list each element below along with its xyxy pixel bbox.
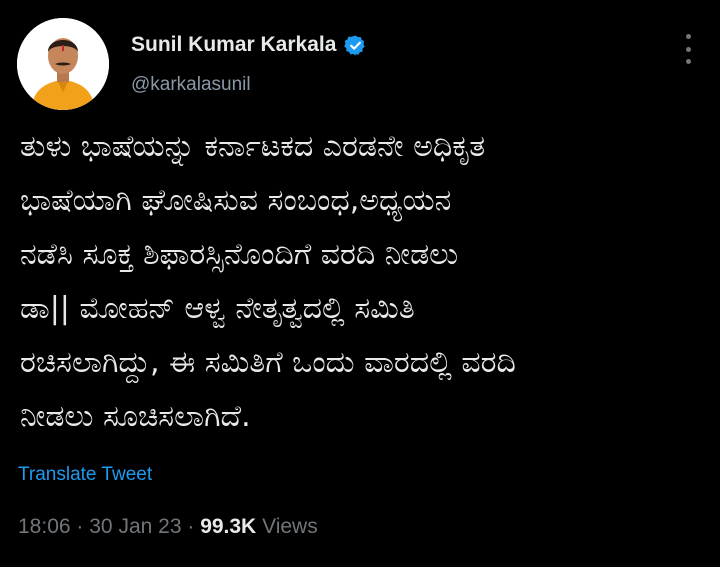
tweet-date[interactable]: 30 Jan 23 <box>89 515 181 538</box>
meta-separator: · <box>76 515 84 538</box>
more-dot <box>685 34 691 39</box>
meta-separator: · <box>187 515 195 538</box>
avatar[interactable] <box>17 18 109 110</box>
translate-tweet-link[interactable]: Translate Tweet <box>18 464 152 486</box>
more-options-icon[interactable] <box>680 34 696 64</box>
profile-photo-avatar <box>17 18 109 110</box>
more-dot <box>685 46 691 52</box>
tweet-metadata: 18:06 · 30 Jan 23 · 99.3K Views <box>18 515 318 539</box>
more-dot <box>685 59 691 64</box>
verified-badge-icon[interactable] <box>344 34 367 57</box>
author-name-row: Sunil Kumar Karkala <box>131 33 367 57</box>
tweet-text: ತುಳು ಭಾಷೆಯನ್ನು ಕರ್ನಾಟಕದ ಎರಡನೇ ಅಧಿಕೃತ ಭಾಷ… <box>20 129 516 434</box>
tweet-time[interactable]: 18:06 <box>18 515 71 538</box>
author-display-name[interactable]: Sunil Kumar Karkala <box>131 33 336 57</box>
author-handle[interactable]: @karkalasunil <box>131 74 251 96</box>
views-count[interactable]: 99.3K <box>200 515 256 538</box>
views-label: Views <box>262 515 318 538</box>
